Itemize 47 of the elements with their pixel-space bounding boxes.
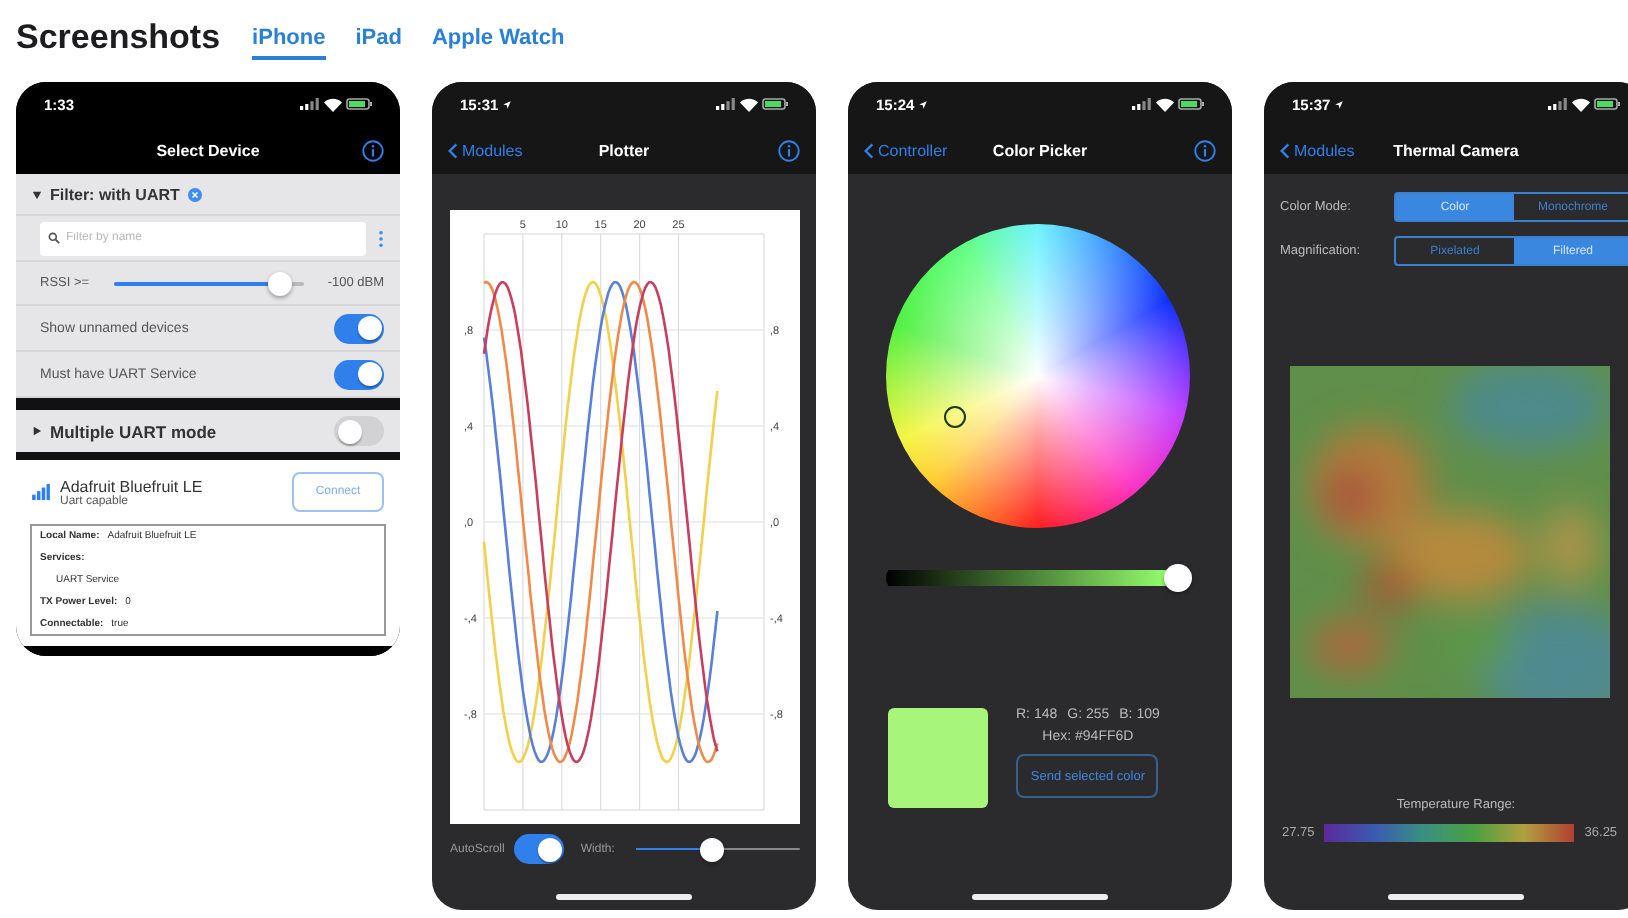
battery-icon — [346, 98, 372, 110]
disclosure-triangle-icon[interactable] — [32, 426, 42, 436]
wifi-icon — [1572, 97, 1590, 111]
brightness-slider[interactable] — [886, 564, 1194, 592]
screen-title: Select Device — [156, 141, 260, 159]
device-tab[interactable]: Apple Watch — [431, 22, 565, 60]
wifi-icon — [740, 97, 758, 111]
toggle-switch[interactable] — [334, 416, 384, 446]
signal-icon — [1132, 98, 1152, 110]
clear-icon[interactable] — [187, 187, 202, 201]
width-slider[interactable] — [636, 837, 800, 861]
more-options-icon[interactable] — [378, 229, 384, 247]
filter-label: Filter: with UART — [50, 185, 180, 203]
chevron-left-icon — [448, 141, 458, 159]
screen-title: Plotter — [598, 141, 650, 159]
wifi-icon — [324, 97, 342, 111]
rssi-slider[interactable] — [113, 271, 304, 295]
toggle-switch[interactable] — [514, 834, 565, 864]
section-label: Multiple UART mode — [50, 421, 219, 441]
wheel-selector[interactable] — [944, 406, 966, 428]
battery-icon — [762, 98, 788, 110]
battery-icon — [1594, 98, 1620, 110]
signal-strength-icon — [32, 484, 50, 500]
chevron-left-icon — [1280, 141, 1290, 159]
info-icon[interactable] — [1194, 139, 1216, 161]
device-name: Adafruit Bluefruit LE — [60, 477, 205, 495]
search-icon — [48, 232, 60, 244]
wifi-icon — [1156, 97, 1174, 111]
battery-icon — [1178, 98, 1204, 110]
toggle-switch[interactable] — [334, 313, 384, 343]
color-swatch — [888, 708, 988, 808]
signal-icon — [1548, 98, 1568, 110]
device-tab[interactable]: iPad — [355, 22, 402, 60]
toggle-switch[interactable] — [334, 359, 384, 389]
signal-icon — [716, 98, 736, 110]
disclosure-triangle-icon[interactable] — [32, 189, 42, 199]
screen-title: Color Picker — [992, 141, 1088, 159]
signal-icon — [300, 98, 320, 110]
section-title: Screenshots — [16, 17, 221, 57]
screen-title: Thermal Camera — [1393, 141, 1519, 159]
info-icon[interactable] — [362, 139, 384, 161]
info-icon[interactable] — [778, 139, 800, 161]
back-button[interactable]: Controller — [864, 141, 948, 159]
back-button[interactable]: Modules — [448, 141, 523, 159]
device-tab[interactable]: iPhone — [252, 22, 326, 60]
chevron-left-icon — [864, 141, 874, 159]
back-button[interactable]: Modules — [1280, 141, 1355, 159]
